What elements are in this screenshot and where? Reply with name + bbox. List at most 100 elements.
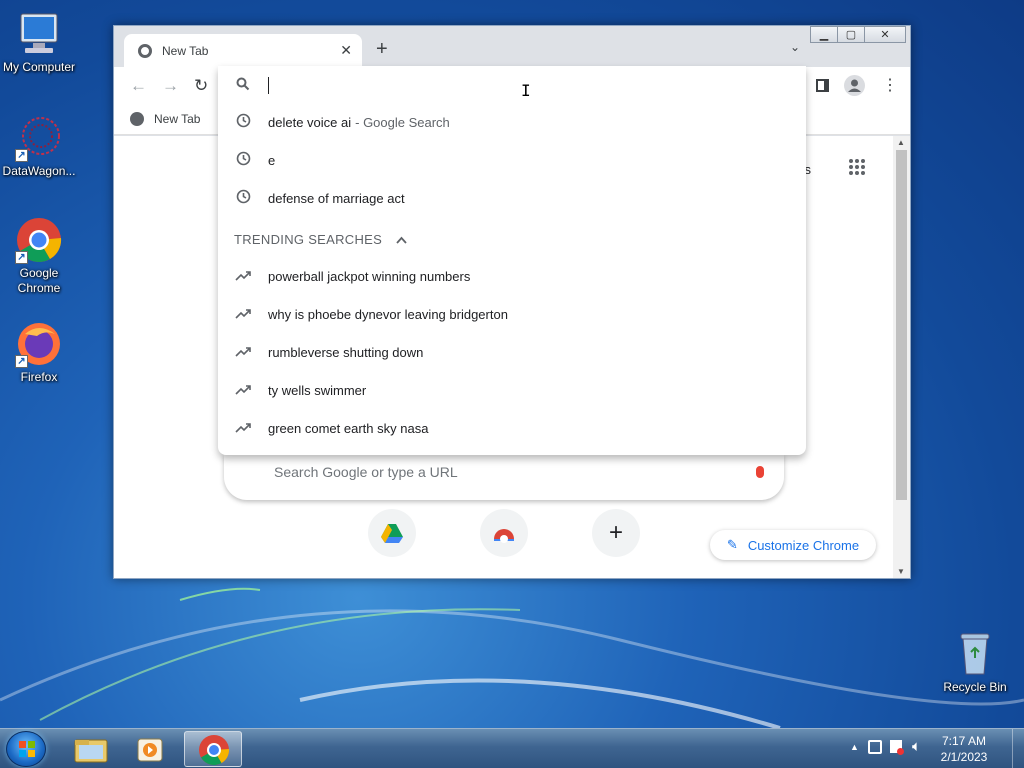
search-icon — [218, 77, 268, 94]
omnibox-input-row[interactable]: I — [218, 66, 806, 104]
google-drive-icon — [381, 524, 403, 543]
globe-icon — [130, 112, 144, 126]
chevron-up-icon[interactable] — [396, 232, 407, 247]
taskbar-explorer-button[interactable] — [62, 731, 120, 767]
desktop-icon-my-computer[interactable]: My Computer — [0, 10, 78, 75]
tab-title: New Tab — [162, 43, 209, 58]
shortcut-arrow-icon: ↗ — [15, 355, 28, 368]
omnibox-suggestion-trending[interactable]: why is phoebe dynevor leaving bridgerton — [218, 295, 806, 333]
omnibox-suggestion-history[interactable]: defense of marriage act — [218, 179, 806, 217]
taskbar-chrome-button[interactable] — [184, 731, 242, 767]
history-clock-icon — [218, 151, 268, 169]
bookmark-new-tab[interactable]: New Tab — [130, 112, 200, 126]
bookmark-label: New Tab — [154, 112, 201, 126]
side-panel-icon[interactable] — [816, 79, 829, 92]
desktop-icon-firefox[interactable]: ↗ Firefox — [0, 320, 78, 385]
omnibox-dropdown: I delete voice ai - Google Search e defe… — [218, 66, 806, 455]
clock-date: 2/1/2023 — [940, 750, 988, 764]
shortcut-arrow-icon: ↗ — [15, 251, 28, 264]
suggestion-text: e — [268, 152, 276, 168]
scroll-thumb[interactable] — [896, 150, 907, 500]
trending-heading[interactable]: TRENDING SEARCHES — [234, 232, 407, 247]
omnibox-suggestion-trending[interactable]: rumbleverse shutting down — [218, 333, 806, 371]
apps-grid-icon[interactable] — [848, 158, 866, 181]
trending-arrow-icon — [218, 268, 268, 284]
desktop-icon-label: DataWagon... — [2, 164, 76, 178]
mic-icon[interactable] — [756, 466, 764, 478]
system-tray: ▲ 🔈︎ 7:17 AM 2/1/2023 — [834, 729, 1024, 768]
tab-search-chevron-icon[interactable]: ⌄ — [790, 40, 800, 54]
suggestion-text: why is phoebe dynevor leaving bridgerton — [268, 306, 508, 322]
close-tab-icon[interactable]: ✕ — [340, 42, 352, 59]
omnibox-suggestion-trending[interactable]: powerball jackpot winning numbers — [218, 257, 806, 295]
network-icon[interactable] — [868, 740, 882, 754]
history-clock-icon — [218, 113, 268, 131]
trending-arrow-icon — [218, 420, 268, 436]
customize-label: Customize Chrome — [747, 537, 860, 553]
suggestion-text: green comet earth sky nasa — [268, 420, 429, 436]
omnibox-suggestion-history[interactable]: e — [218, 141, 806, 179]
reload-icon[interactable]: ↻ — [194, 76, 208, 96]
taskbar-media-player-button[interactable] — [122, 731, 180, 767]
suggestion-text: powerball jackpot winning numbers — [268, 268, 471, 284]
clock[interactable]: 7:17 AM 2/1/2023 — [934, 733, 994, 765]
shortcut-tile-drive[interactable] — [368, 509, 416, 557]
show-desktop-button[interactable] — [1012, 729, 1024, 768]
desktop-icon-label: My Computer — [2, 60, 76, 74]
suggestion-text: defense of marriage act — [268, 190, 405, 206]
suggestion-suffix: - Google Search — [355, 114, 450, 130]
omnibox-suggestion-trending[interactable]: ty wells swimmer — [218, 371, 806, 409]
desktop-icon-recycle-bin[interactable]: Recycle Bin — [936, 630, 1014, 695]
trending-heading-label: TRENDING SEARCHES — [234, 232, 383, 247]
suggestion-text: ty wells swimmer — [268, 382, 367, 398]
customize-chrome-button[interactable]: ✎ Customize Chrome — [710, 530, 876, 560]
datawagon-icon: ↗ — [15, 114, 63, 162]
mouse-ibeam-cursor-icon: I — [521, 81, 531, 100]
suggestion-text: delete voice ai — [268, 114, 352, 130]
ntp-search-placeholder: Search Google or type a URL — [274, 464, 458, 480]
add-shortcut-button[interactable]: + — [592, 509, 640, 557]
start-button[interactable] — [6, 731, 46, 767]
history-clock-icon — [218, 189, 268, 207]
minimize-button[interactable]: ▁ — [810, 26, 838, 43]
profile-avatar-icon[interactable] — [844, 75, 865, 96]
forward-arrow-icon[interactable]: → — [162, 76, 179, 96]
trending-arrow-icon — [218, 382, 268, 398]
ntp-search-box[interactable]: Search Google or type a URL — [224, 454, 784, 500]
close-window-button[interactable]: ✕ — [864, 26, 906, 43]
tab-new-tab[interactable]: New Tab ✕ — [124, 34, 362, 67]
desktop-icon-google-chrome[interactable]: ↗ Google Chrome — [0, 216, 78, 296]
desktop-icon-label: Recycle Bin — [943, 680, 1007, 694]
shortcut-tile-chrome[interactable] — [480, 509, 528, 557]
show-hidden-icons-icon[interactable]: ▲ — [850, 742, 859, 752]
firefox-icon: ↗ — [15, 320, 63, 368]
scroll-down-arrow-icon[interactable]: ▼ — [897, 567, 905, 576]
computer-icon — [15, 10, 63, 58]
taskbar: ▲ 🔈︎ 7:17 AM 2/1/2023 — [0, 728, 1024, 768]
recycle-bin-icon — [951, 630, 999, 678]
clock-time: 7:17 AM — [941, 734, 987, 748]
volume-icon[interactable]: 🔈︎ — [912, 738, 921, 755]
back-arrow-icon[interactable]: ← — [130, 76, 147, 96]
media-player-icon — [137, 738, 163, 762]
trending-arrow-icon — [218, 344, 268, 360]
chrome-icon: ↗ — [15, 216, 63, 264]
folder-icon — [74, 739, 108, 763]
windows-logo-icon — [19, 741, 35, 757]
desktop-icon-datawagon[interactable]: ↗ DataWagon... — [0, 114, 78, 179]
scroll-up-arrow-icon[interactable]: ▲ — [897, 138, 905, 147]
desktop-icon-label: Firefox — [20, 370, 58, 384]
text-cursor — [268, 76, 269, 94]
omnibox-suggestion-history[interactable]: delete voice ai - Google Search — [218, 103, 806, 141]
chrome-favicon-icon — [138, 43, 152, 58]
action-center-flag-icon[interactable] — [890, 740, 904, 755]
trending-arrow-icon — [218, 306, 268, 322]
pencil-icon: ✎ — [726, 537, 738, 552]
menu-kebab-icon[interactable]: ⋮ — [882, 75, 898, 95]
omnibox-suggestion-trending[interactable]: green comet earth sky nasa — [218, 409, 806, 447]
maximize-button[interactable]: ▢ — [837, 26, 865, 43]
chrome-web-store-icon — [494, 529, 514, 543]
shortcut-arrow-icon: ↗ — [15, 149, 28, 162]
new-tab-button[interactable]: + — [376, 38, 388, 61]
page-scrollbar[interactable]: ▲ ▼ — [893, 136, 910, 578]
